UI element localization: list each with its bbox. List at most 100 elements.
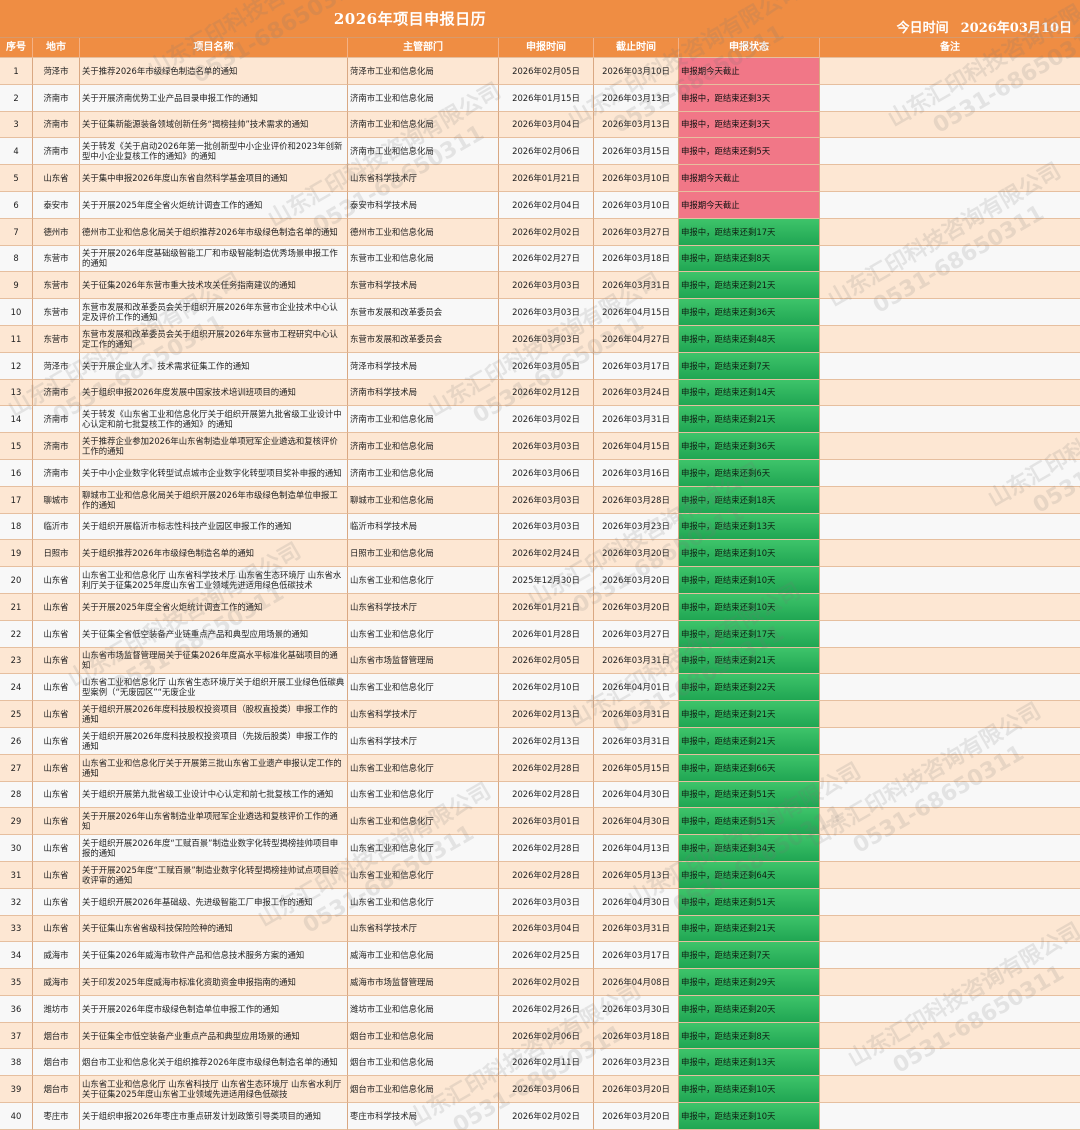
cell-remark[interactable] (820, 593, 1080, 621)
cell-no: 1 (0, 58, 33, 85)
cell-start-date: 2026年02月28日 (499, 781, 594, 809)
cell-end-date: 2026年03月31日 (594, 915, 679, 943)
cell-end-date: 2026年03月18日 (594, 245, 679, 273)
cell-department: 菏泽市工业和信息化局 (348, 58, 499, 85)
cell-status: 申报中，距结束还剩10天 (679, 1076, 820, 1104)
col-header-status[interactable]: 申报状态 (679, 38, 820, 58)
cell-remark[interactable] (820, 754, 1080, 782)
cell-city: 德州市 (33, 218, 80, 246)
cell-remark[interactable] (820, 781, 1080, 809)
cell-start-date: 2026年03月03日 (499, 888, 594, 916)
cell-no: 37 (0, 1022, 33, 1050)
cell-city: 济南市 (33, 459, 80, 487)
col-header-dept[interactable]: 主管部门 (348, 38, 499, 58)
cell-end-date: 2026年03月10日 (594, 191, 679, 219)
cell-city: 济南市 (33, 111, 80, 139)
cell-end-date: 2026年04月13日 (594, 835, 679, 862)
cell-remark[interactable] (820, 995, 1080, 1023)
cell-start-date: 2026年02月28日 (499, 754, 594, 782)
cell-status: 申报中，距结束还剩21天 (679, 647, 820, 675)
cell-city: 烟台市 (33, 1049, 80, 1077)
cell-status: 申报中，距结束还剩22天 (679, 674, 820, 702)
cell-department: 山东省工业和信息化厅 (348, 835, 499, 862)
cell-remark[interactable] (820, 727, 1080, 755)
cell-remark[interactable] (820, 915, 1080, 943)
cell-city: 山东省 (33, 915, 80, 943)
cell-remark[interactable] (820, 808, 1080, 836)
cell-remark[interactable] (820, 540, 1080, 568)
cell-remark[interactable] (820, 1076, 1080, 1104)
cell-department: 东营市发展和改革委员会 (348, 325, 499, 353)
col-header-city[interactable]: 地市 (33, 38, 80, 58)
cell-remark[interactable] (820, 58, 1080, 85)
cell-remark[interactable] (820, 245, 1080, 273)
cell-start-date: 2026年02月05日 (499, 58, 594, 85)
cell-remark[interactable] (820, 406, 1080, 434)
cell-start-date: 2026年01月15日 (499, 84, 594, 112)
cell-start-date: 2026年02月02日 (499, 218, 594, 246)
cell-start-date: 2026年01月21日 (499, 165, 594, 192)
cell-remark[interactable] (820, 111, 1080, 139)
cell-department: 聊城市工业和信息化局 (348, 486, 499, 514)
cell-remark[interactable] (820, 325, 1080, 353)
cell-end-date: 2026年04月27日 (594, 325, 679, 353)
cell-department: 济南市工业和信息化局 (348, 433, 499, 460)
cell-city: 山东省 (33, 647, 80, 675)
cell-remark[interactable] (820, 218, 1080, 246)
cell-remark[interactable] (820, 835, 1080, 862)
cell-remark[interactable] (820, 647, 1080, 675)
cell-remark[interactable] (820, 272, 1080, 300)
cell-city: 东营市 (33, 325, 80, 353)
cell-project-name: 关于开展2025年度全省火炬统计调查工作的通知 (80, 593, 348, 621)
cell-remark[interactable] (820, 352, 1080, 380)
cell-department: 山东省工业和信息化厅 (348, 674, 499, 702)
cell-remark[interactable] (820, 84, 1080, 112)
cell-remark[interactable] (820, 674, 1080, 702)
col-header-name[interactable]: 项目名称 (80, 38, 348, 58)
cell-remark[interactable] (820, 1049, 1080, 1077)
cell-remark[interactable] (820, 620, 1080, 648)
col-header-remark[interactable]: 备注 (820, 38, 1080, 58)
cell-remark[interactable] (820, 1103, 1080, 1130)
cell-status: 申报中，距结束还剩34天 (679, 835, 820, 862)
cell-remark[interactable] (820, 942, 1080, 970)
cell-project-name: 聊城市工业和信息化局关于组织开展2026年市级绿色制造单位申报工作的通知 (80, 486, 348, 514)
cell-remark[interactable] (820, 1022, 1080, 1050)
cell-start-date: 2026年03月02日 (499, 406, 594, 434)
cell-end-date: 2026年03月20日 (594, 593, 679, 621)
cell-project-name: 关于组织开展2026年度科技股权投资项目（先拨后股类）申报工作的通知 (80, 727, 348, 755)
cell-remark[interactable] (820, 888, 1080, 916)
cell-project-name: 山东省工业和信息化厅 山东省科技厅 山东省生态环境厅 山东省水利厅 关于征集20… (80, 1076, 348, 1104)
cell-start-date: 2026年03月03日 (499, 272, 594, 300)
cell-status: 申报中，距结束还剩29天 (679, 969, 820, 996)
cell-remark[interactable] (820, 486, 1080, 514)
cell-remark[interactable] (820, 567, 1080, 594)
col-header-end[interactable]: 截止时间 (594, 38, 679, 58)
cell-end-date: 2026年03月30日 (594, 995, 679, 1023)
cell-remark[interactable] (820, 433, 1080, 460)
col-header-start[interactable]: 申报时间 (499, 38, 594, 58)
cell-project-name: 关于转发《关于启动2026年第一批创新型中小企业评价和2023年创新型中小企业复… (80, 138, 348, 166)
cell-remark[interactable] (820, 138, 1080, 166)
cell-remark[interactable] (820, 379, 1080, 407)
cell-status: 申报中，距结束还剩8天 (679, 245, 820, 273)
cell-city: 泰安市 (33, 191, 80, 219)
cell-remark[interactable] (820, 861, 1080, 889)
cell-city: 菏泽市 (33, 352, 80, 380)
col-header-no[interactable]: 序号 (0, 38, 33, 58)
cell-start-date: 2026年02月28日 (499, 835, 594, 862)
cell-city: 日照市 (33, 540, 80, 568)
cell-end-date: 2026年03月18日 (594, 1022, 679, 1050)
cell-remark[interactable] (820, 513, 1080, 541)
cell-remark[interactable] (820, 191, 1080, 219)
cell-no: 34 (0, 942, 33, 970)
cell-remark[interactable] (820, 299, 1080, 326)
cell-remark[interactable] (820, 165, 1080, 192)
cell-no: 17 (0, 486, 33, 514)
cell-remark[interactable] (820, 701, 1080, 728)
cell-start-date: 2026年03月05日 (499, 352, 594, 380)
cell-remark[interactable] (820, 969, 1080, 996)
cell-remark[interactable] (820, 459, 1080, 487)
cell-end-date: 2026年03月31日 (594, 647, 679, 675)
cell-department: 山东省工业和信息化厅 (348, 888, 499, 916)
